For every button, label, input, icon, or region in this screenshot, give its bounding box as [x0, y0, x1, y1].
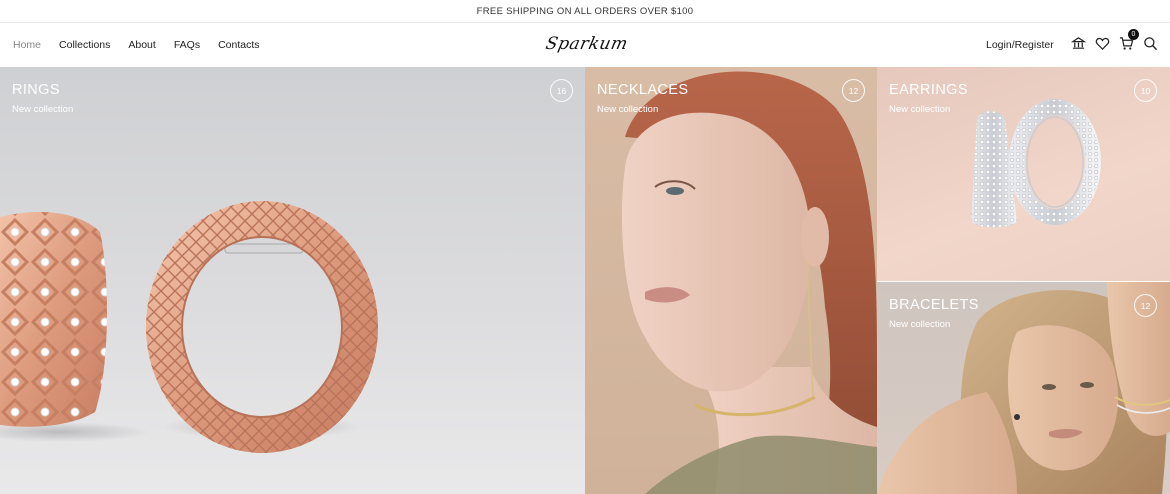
category-title: BRACELETS — [889, 297, 979, 313]
category-count-badge: 16 — [550, 79, 573, 102]
category-subtitle: New collection — [889, 104, 951, 115]
login-register-link[interactable]: Login/Register — [986, 23, 1054, 67]
header-icons: 0 — [1070, 29, 1159, 52]
category-count-badge: 12 — [1134, 294, 1157, 317]
category-count-badge: 12 — [842, 79, 865, 102]
category-subtitle: New collection — [597, 104, 659, 115]
category-title: NECKLACES — [597, 82, 689, 98]
bracelets-model-image — [877, 282, 1170, 494]
cart-icon[interactable]: 0 — [1118, 29, 1139, 52]
site-header: Home Collections About FAQs Contacts Spa… — [0, 23, 1170, 67]
earrings-product-image — [971, 99, 1101, 228]
main-nav: Home Collections About FAQs Contacts — [13, 23, 278, 67]
category-count-badge: 10 — [1134, 79, 1157, 102]
site-logo[interactable]: Sparkum — [544, 34, 630, 54]
category-subtitle: New collection — [12, 104, 74, 115]
announcement-text: FREE SHIPPING ON ALL ORDERS OVER $100 — [476, 5, 694, 17]
nav-contacts[interactable]: Contacts — [218, 39, 259, 51]
heart-icon[interactable] — [1094, 35, 1111, 52]
rings-product-image — [0, 201, 378, 453]
category-subtitle: New collection — [889, 319, 951, 330]
cart-count-badge: 0 — [1128, 29, 1139, 40]
category-title: EARRINGS — [889, 82, 968, 98]
category-title: RINGS — [12, 82, 60, 98]
category-tile-necklaces[interactable]: NECKLACES New collection 12 — [585, 67, 877, 494]
nav-home[interactable]: Home — [13, 39, 41, 51]
currency-icon[interactable] — [1070, 35, 1087, 52]
nav-collections[interactable]: Collections — [59, 39, 110, 51]
announcement-bar: FREE SHIPPING ON ALL ORDERS OVER $100 — [0, 0, 1170, 23]
nav-faqs[interactable]: FAQs — [174, 39, 200, 51]
category-tile-bracelets[interactable]: BRACELETS New collection 12 — [877, 282, 1170, 494]
nav-about[interactable]: About — [128, 39, 155, 51]
category-tile-rings[interactable]: RINGS New collection 16 — [0, 67, 585, 494]
category-tile-earrings[interactable]: EARRINGS New collection 10 — [877, 67, 1170, 281]
search-icon[interactable] — [1142, 35, 1159, 52]
necklaces-model-image — [621, 71, 877, 494]
